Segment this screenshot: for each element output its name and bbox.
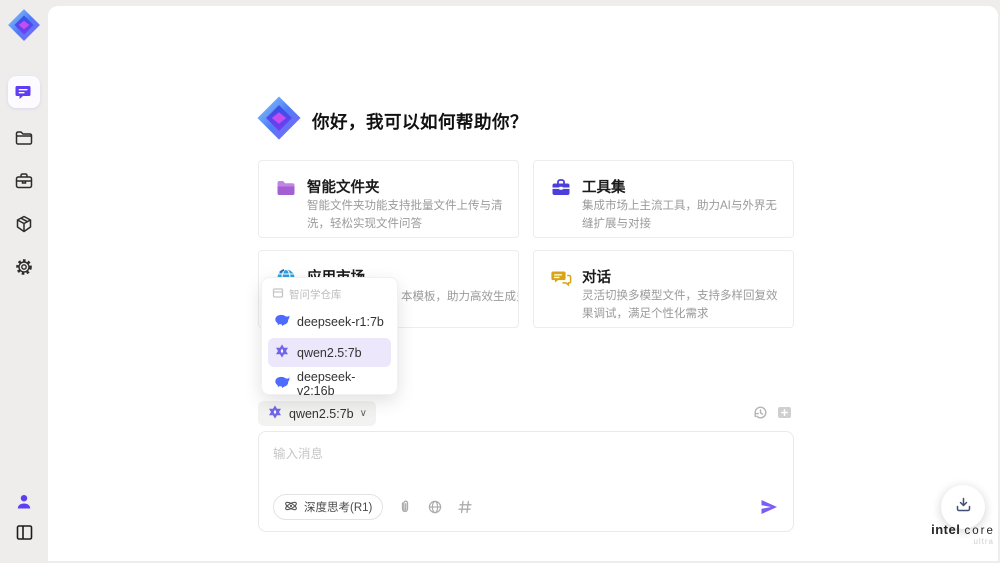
composer-toolbar: 深度思考(R1) <box>273 494 779 520</box>
gear-icon <box>14 257 34 277</box>
sidebar-item-apps[interactable] <box>8 208 40 240</box>
library-icon <box>272 287 284 302</box>
model-dropdown-header: 智问学仓库 <box>268 284 391 307</box>
card-title: 智能文件夹 <box>307 180 380 196</box>
attachment-paperclip-icon[interactable] <box>397 499 413 515</box>
sidebar-item-folders[interactable] <box>8 122 40 154</box>
history-icon[interactable] <box>752 404 769 421</box>
user-icon <box>15 493 33 511</box>
download-icon <box>954 495 973 519</box>
prompt-grid-icon[interactable] <box>457 499 473 515</box>
model-option-label: deepseek-r1:7b <box>297 314 384 329</box>
chevron-down-icon: ∨ <box>359 408 367 419</box>
ultra-wordmark: ultra <box>973 537 994 546</box>
toolset-icon <box>550 177 572 199</box>
new-chat-icon[interactable] <box>776 404 793 421</box>
deepseek-whale-icon <box>274 312 290 331</box>
chat-bubble-icon <box>14 82 34 102</box>
model-option-deepseek-v2[interactable]: deepseek-v2:16b <box>268 369 391 398</box>
deep-think-button[interactable]: 深度思考(R1) <box>273 494 384 520</box>
core-wordmark: core <box>964 525 995 537</box>
qwen-icon <box>274 343 290 362</box>
qwen-icon <box>267 404 283 423</box>
model-selector-button[interactable]: qwen2.5:7b ∨ <box>258 401 376 426</box>
card-desc: 集成市场上主流工具，助力AI与外界无缝扩展与对接 <box>582 200 777 230</box>
sidebar-item-chat[interactable] <box>8 76 40 108</box>
card-smart-folder[interactable]: 智能文件夹 智能文件夹功能支持批量文件上传与清洗，轻松实现文件问答 <box>258 160 519 238</box>
panel-layout-icon <box>15 523 34 542</box>
model-dropdown-header-label: 智问学仓库 <box>289 289 342 301</box>
sidebar-item-toolbox[interactable] <box>8 165 40 197</box>
sidebar-item-user[interactable] <box>8 486 40 518</box>
briefcase-icon <box>14 171 34 191</box>
atom-icon <box>284 499 298 516</box>
model-option-label: qwen2.5:7b <box>297 345 362 360</box>
card-title: 工具集 <box>582 180 626 196</box>
app-logo[interactable] <box>7 8 41 42</box>
model-option-qwen[interactable]: qwen2.5:7b <box>268 338 391 367</box>
cube-icon <box>14 214 34 234</box>
card-desc: 灵活切换多模型文件，支持多样回复效果调试，满足个性化需求 <box>582 290 778 320</box>
card-dialog[interactable]: 对话 灵活切换多模型文件，支持多样回复效果调试，满足个性化需求 <box>533 250 794 328</box>
message-input[interactable] <box>273 443 779 491</box>
model-dropdown: 智问学仓库 deepseek-r1:7b qwen2.5:7b deepseek… <box>261 277 398 398</box>
web-globe-icon[interactable] <box>427 499 443 515</box>
greeting-logo <box>256 95 302 141</box>
composer: 深度思考(R1) <box>258 431 794 532</box>
model-selector-label: qwen2.5:7b <box>289 406 354 421</box>
sidebar-item-settings[interactable] <box>8 251 40 283</box>
card-toolset[interactable]: 工具集 集成市场上主流工具，助力AI与外界无缝扩展与对接 <box>533 160 794 238</box>
card-desc-fragment: 本模板，助力高效生成多 <box>401 291 519 303</box>
dialog-bubbles-icon <box>550 267 572 289</box>
model-option-label: deepseek-v2:16b <box>297 369 356 398</box>
card-desc: 智能文件夹功能支持批量文件上传与清洗，轻松实现文件问答 <box>307 200 503 230</box>
card-title: 对话 <box>582 270 611 286</box>
model-option-deepseek-r1[interactable]: deepseek-r1:7b <box>268 307 391 336</box>
deep-think-label: 深度思考(R1) <box>304 502 373 514</box>
sidebar-item-panel[interactable] <box>8 516 40 548</box>
folder-icon <box>14 128 34 148</box>
smart-folder-icon <box>275 177 297 199</box>
sidebar <box>0 0 48 563</box>
greeting-title: 你好，我可以如何帮助你？ <box>312 112 528 132</box>
intel-core-logo: intel core ultra <box>928 522 998 546</box>
intel-wordmark: intel <box>931 522 961 537</box>
send-icon[interactable] <box>759 497 779 517</box>
deepseek-whale-icon <box>274 374 290 393</box>
